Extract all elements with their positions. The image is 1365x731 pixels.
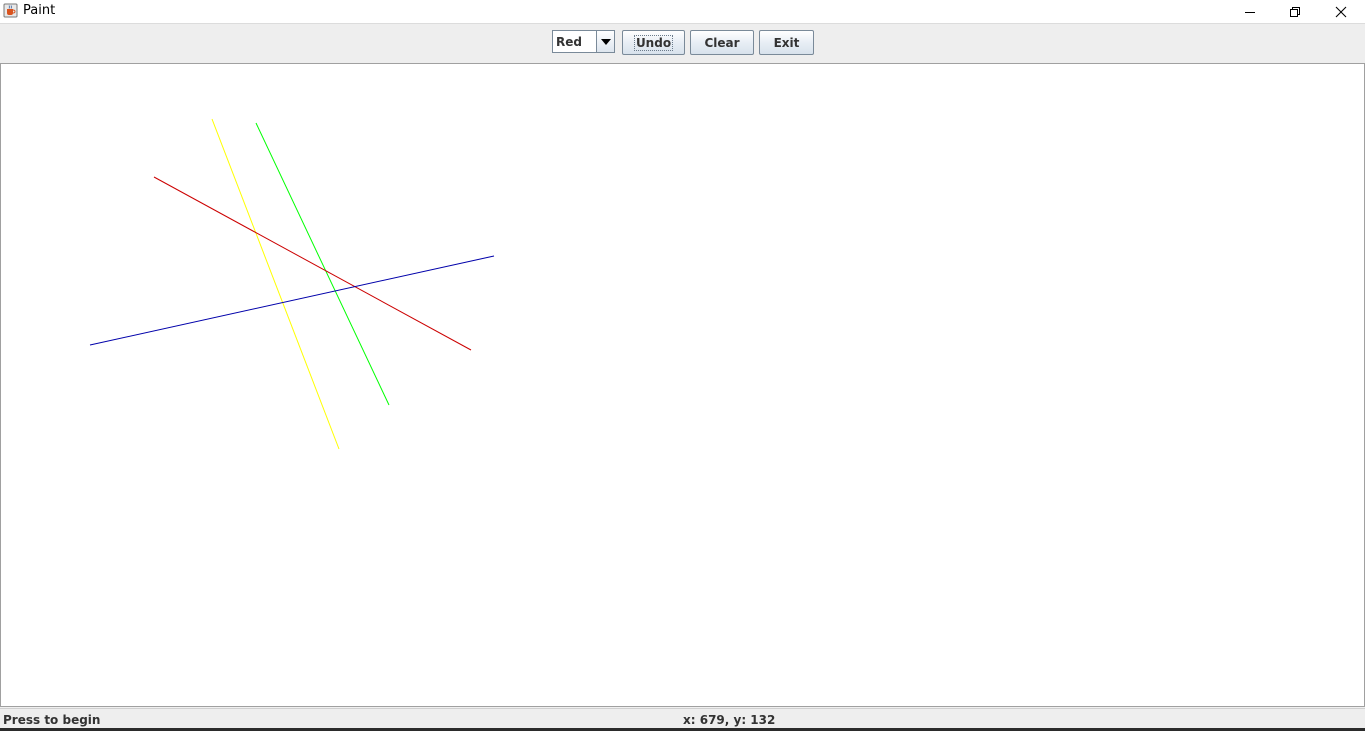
drawing-canvas[interactable] <box>0 64 1365 707</box>
undo-button[interactable]: Undo <box>622 30 685 55</box>
close-icon <box>1335 6 1347 18</box>
toolbar: Red Undo Clear Exit <box>0 24 1365 64</box>
undo-label: Undo <box>633 34 674 51</box>
blue-line <box>89 255 495 346</box>
clear-button[interactable]: Clear <box>690 30 754 55</box>
window-title: Paint <box>23 3 56 18</box>
minimize-button[interactable] <box>1227 0 1273 23</box>
canvas-drawing <box>89 118 495 450</box>
color-select[interactable]: Red <box>552 30 615 53</box>
exit-label: Exit <box>773 35 800 50</box>
paint-window: Paint Red Undo Clear Exit Press to begin… <box>0 0 1365 731</box>
clear-label: Clear <box>704 35 740 50</box>
title-bar: Paint <box>0 0 1365 24</box>
chevron-down-icon[interactable] <box>596 31 614 52</box>
minimize-icon <box>1244 6 1256 18</box>
green-line <box>255 122 390 406</box>
close-button[interactable] <box>1318 0 1364 23</box>
yellow-line <box>211 118 340 450</box>
restore-button[interactable] <box>1272 0 1318 23</box>
restore-icon <box>1289 6 1301 18</box>
red-line <box>153 176 472 351</box>
color-select-value: Red <box>556 35 582 49</box>
cursor-coordinates: x: 679, y: 132 <box>683 713 776 727</box>
exit-button[interactable]: Exit <box>759 30 814 55</box>
java-coffee-icon <box>3 3 18 18</box>
status-message: Press to begin <box>3 713 101 727</box>
